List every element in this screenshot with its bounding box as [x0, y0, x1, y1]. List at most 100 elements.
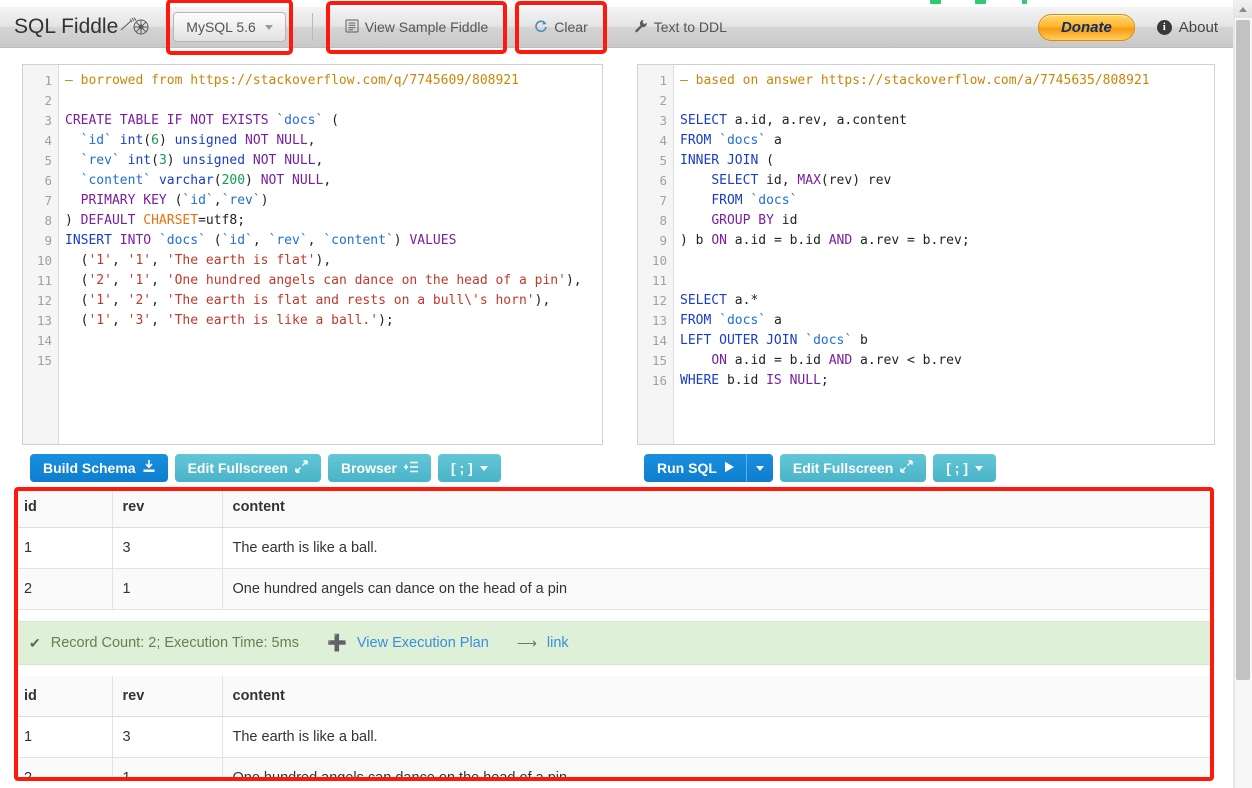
- text-to-ddl-label: Text to DDL: [654, 19, 727, 35]
- line-number: 15: [638, 351, 673, 371]
- code-line: [65, 351, 602, 371]
- code-line: `content` varchar(200) NOT NULL,: [65, 171, 602, 191]
- cell-content: One hundred angels can dance on the head…: [222, 569, 1214, 610]
- chevron-down-icon: [975, 466, 983, 471]
- column-header-rev: rev: [112, 676, 222, 717]
- table-row: 1 3 The earth is like a ball.: [14, 528, 1214, 569]
- results-panel: id rev content 1 3 The earth is like a b…: [14, 487, 1214, 781]
- donate-button[interactable]: Donate: [1038, 14, 1135, 41]
- browser-scrollbar[interactable]: [1234, 0, 1252, 788]
- line-number: 12: [638, 291, 673, 311]
- build-schema-label: Build Schema: [43, 460, 136, 476]
- column-header-id: id: [14, 487, 112, 528]
- schema-edit-fullscreen-button[interactable]: Edit Fullscreen: [175, 454, 321, 482]
- line-number: 2: [23, 91, 58, 111]
- line-number: 8: [638, 211, 673, 231]
- clear-button[interactable]: Clear: [522, 14, 599, 41]
- decorative-marker: [1022, 0, 1027, 4]
- cell-content: The earth is like a ball.: [222, 717, 1214, 758]
- table-header-row: id rev content: [14, 487, 1214, 528]
- code-line: ('1', '2', 'The earth is flat and rests …: [65, 291, 602, 311]
- schema-editor[interactable]: 123456789101112131415 — borrowed from ht…: [22, 64, 603, 445]
- query-separator-label: [ ; ]: [946, 460, 968, 476]
- query-button-bar: Run SQL Edit Fullscreen [ ; ]: [644, 454, 996, 482]
- code-line: FROM `docs` a: [680, 131, 1214, 151]
- query-editor[interactable]: 12345678910111213141516 — based on answe…: [637, 64, 1215, 445]
- line-number: 6: [638, 171, 673, 191]
- code-line: [680, 91, 1214, 111]
- code-line: [65, 91, 602, 111]
- about-button[interactable]: i About: [1157, 19, 1218, 36]
- plus-icon: ➕: [327, 633, 347, 653]
- permalink-link[interactable]: link: [547, 635, 569, 651]
- cell-rev: 1: [112, 758, 222, 782]
- line-number: 9: [638, 231, 673, 251]
- scrollbar-thumb[interactable]: [1236, 20, 1250, 680]
- line-number: 4: [23, 131, 58, 151]
- table-row: 2 1 One hundred angels can dance on the …: [14, 758, 1214, 782]
- cell-rev: 3: [112, 528, 222, 569]
- query-editor-code[interactable]: — based on answer https://stackoverflow.…: [674, 65, 1214, 444]
- view-execution-plan-link[interactable]: View Execution Plan: [357, 635, 489, 651]
- code-line: CREATE TABLE IF NOT EXISTS `docs` (: [65, 111, 602, 131]
- cell-rev: 1: [112, 569, 222, 610]
- info-icon: i: [1157, 20, 1172, 35]
- about-label: About: [1179, 19, 1218, 36]
- code-line: ) b ON a.id = b.id AND a.rev = b.rev;: [680, 231, 1214, 251]
- run-sql-button[interactable]: Run SQL: [644, 454, 746, 482]
- run-sql-dropdown-button[interactable]: [746, 454, 773, 482]
- line-number: 14: [23, 331, 58, 351]
- line-number: 1: [638, 71, 673, 91]
- share-arrow-icon: ⟶: [517, 635, 537, 652]
- line-number: 8: [23, 211, 58, 231]
- view-sample-highlight: View Sample Fiddle: [333, 14, 500, 41]
- database-select[interactable]: MySQL 5.6: [173, 12, 286, 42]
- column-header-content: content: [222, 676, 1214, 717]
- text-to-ddl-button[interactable]: Text to DDL: [622, 14, 739, 41]
- database-select-label: MySQL 5.6: [186, 19, 256, 35]
- page-root: SQL Fiddle MySQL 5.6: [0, 0, 1252, 788]
- query-edit-fullscreen-button[interactable]: Edit Fullscreen: [780, 454, 926, 482]
- triangle-up-icon[interactable]: [1234, 0, 1252, 18]
- column-header-rev: rev: [112, 487, 222, 528]
- table-row: 2 1 One hundred angels can dance on the …: [14, 569, 1214, 610]
- line-number: 10: [23, 251, 58, 271]
- code-line: `id` int(6) unsigned NOT NULL,: [65, 131, 602, 151]
- run-sql-label: Run SQL: [657, 460, 717, 476]
- play-icon: [724, 460, 735, 476]
- code-line: [680, 271, 1214, 291]
- code-line: LEFT OUTER JOIN `docs` b: [680, 331, 1214, 351]
- cell-content: One hundred angels can dance on the head…: [222, 758, 1214, 782]
- view-sample-fiddle-button[interactable]: View Sample Fiddle: [333, 14, 500, 41]
- result-table-2: id rev content 1 3 The earth is like a b…: [14, 676, 1214, 781]
- schema-separator-button[interactable]: [ ; ]: [438, 454, 501, 482]
- code-line: WHERE b.id IS NULL;: [680, 371, 1214, 391]
- line-number: 13: [638, 311, 673, 331]
- code-line: SELECT id, MAX(rev) rev: [680, 171, 1214, 191]
- table-header-row: id rev content: [14, 676, 1214, 717]
- expand-icon: [295, 460, 308, 476]
- browser-button[interactable]: Browser: [328, 454, 431, 482]
- code-line: FROM `docs`: [680, 191, 1214, 211]
- fiddle-icon: [119, 16, 149, 38]
- refresh-icon: [534, 19, 548, 36]
- cell-id: 1: [14, 528, 112, 569]
- schema-edit-fullscreen-label: Edit Fullscreen: [188, 460, 288, 476]
- code-line: SELECT a.id, a.rev, a.content: [680, 111, 1214, 131]
- line-number: 7: [638, 191, 673, 211]
- schema-button-bar: Build Schema Edit Fullscreen Browser [ ;…: [30, 454, 501, 482]
- code-line: GROUP BY id: [680, 211, 1214, 231]
- line-number: 1: [23, 71, 58, 91]
- chevron-down-icon: [480, 466, 488, 471]
- main-toolbar: SQL Fiddle MySQL 5.6: [0, 7, 1234, 48]
- cell-rev: 3: [112, 717, 222, 758]
- chevron-down-icon: [265, 25, 273, 30]
- wrench-icon: [634, 19, 648, 36]
- schema-editor-code[interactable]: — borrowed from https://stackoverflow.co…: [59, 65, 602, 444]
- build-schema-button[interactable]: Build Schema: [30, 454, 168, 482]
- code-line: ('2', '1', 'One hundred angels can dance…: [65, 271, 602, 291]
- expand-icon: [900, 460, 913, 476]
- query-separator-button[interactable]: [ ; ]: [933, 454, 996, 482]
- cell-id: 2: [14, 758, 112, 782]
- code-line: INNER JOIN (: [680, 151, 1214, 171]
